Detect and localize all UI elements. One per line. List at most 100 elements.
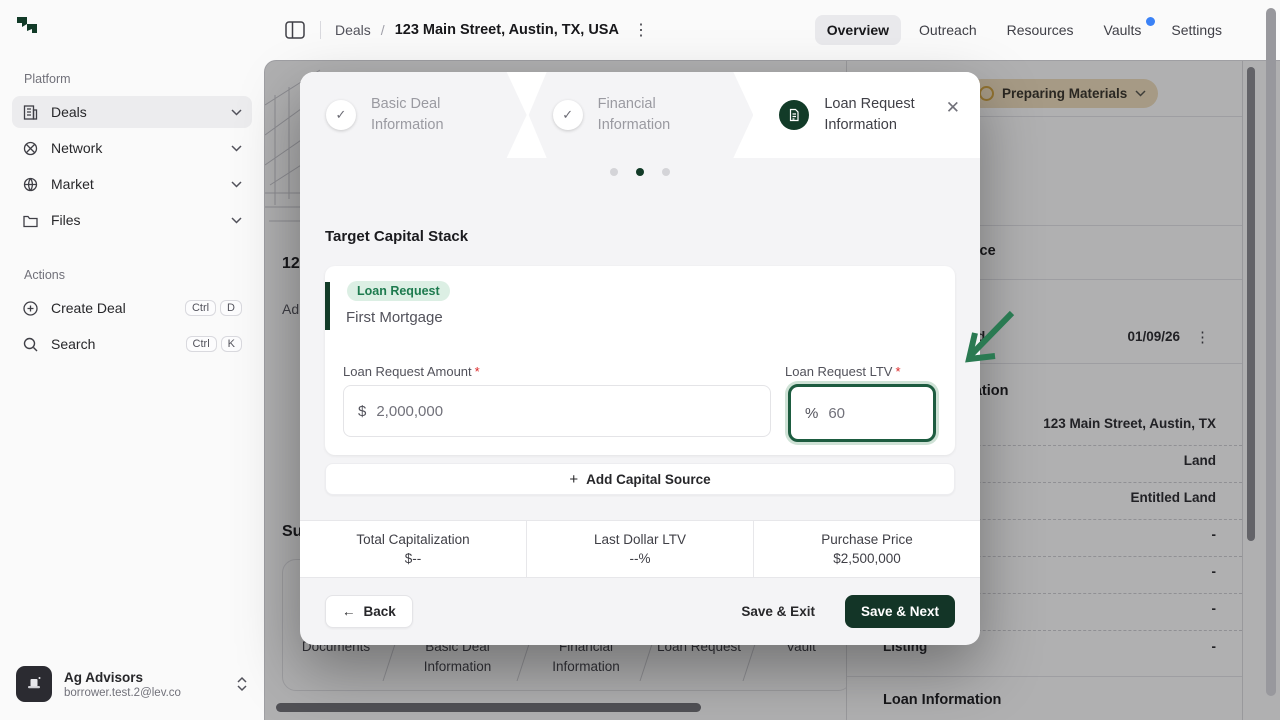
top-navigation: Overview Outreach Resources Vaults Setti… xyxy=(815,15,1280,45)
add-capital-source-label: Add Capital Source xyxy=(586,472,711,487)
updown-chevron-icon xyxy=(236,676,248,692)
page-scrollbar[interactable] xyxy=(1266,8,1276,696)
notification-dot xyxy=(1146,17,1155,26)
chevron-down-icon xyxy=(231,109,242,116)
back-button[interactable]: ← Back xyxy=(325,595,413,628)
avatar xyxy=(16,666,52,702)
platform-section-label: Platform xyxy=(24,72,71,86)
sidebar-toggle-icon[interactable] xyxy=(284,19,306,41)
loan-request-ltv-field: Loan Request LTV* % xyxy=(785,364,939,445)
tab-resources[interactable]: Resources xyxy=(995,15,1086,45)
plus-circle-icon xyxy=(22,300,39,317)
create-deal-action[interactable]: Create Deal Ctrl D xyxy=(12,292,252,324)
add-capital-source-button[interactable]: + Add Capital Source xyxy=(325,463,955,495)
step-financial-information[interactable]: ✓ Financial Information xyxy=(527,72,754,158)
stat-value: $-- xyxy=(405,551,422,566)
purchase-price-stat: Purchase Price $2,500,000 xyxy=(753,521,980,577)
stat-value: --% xyxy=(630,551,651,566)
dot-2-active[interactable] xyxy=(636,168,644,176)
tab-overview[interactable]: Overview xyxy=(815,15,901,45)
section-heading: Target Capital Stack xyxy=(325,228,468,245)
capitalization-summary-bar: Total Capitalization $-- Last Dollar LTV… xyxy=(300,520,980,578)
close-icon[interactable]: ✕ xyxy=(946,98,960,118)
user-info: Ag Advisors borrower.test.2@lev.co xyxy=(64,670,181,699)
stat-label: Purchase Price xyxy=(821,532,913,547)
sidebar-item-files[interactable]: Files xyxy=(12,204,252,236)
kbd-ctrl: Ctrl xyxy=(186,336,217,352)
action-label: Create Deal xyxy=(51,300,181,316)
dollar-prefix-icon: $ xyxy=(358,403,366,420)
sidebar-item-deals[interactable]: Deals xyxy=(12,96,252,128)
sidebar: Platform Deals Network Market Files Acti… xyxy=(0,0,264,720)
loan-request-amount-field: Loan Request Amount* $ xyxy=(343,364,771,437)
stat-value: $2,500,000 xyxy=(833,551,901,566)
step-basic-deal-information[interactable]: ✓ Basic Deal Information xyxy=(300,72,527,158)
document-icon xyxy=(779,100,809,130)
ltv-input-wrapper: % xyxy=(788,384,936,442)
kbd-d: D xyxy=(220,300,242,316)
ltv-highlight-ring: % xyxy=(785,381,939,445)
last-dollar-ltv-stat: Last Dollar LTV --% xyxy=(526,521,753,577)
loan-request-wizard-modal: ✓ Basic Deal Information ✓ Financial Inf… xyxy=(300,72,980,645)
step-label: Basic Deal Information xyxy=(371,94,481,136)
chevron-down-icon xyxy=(231,145,242,152)
step-label: Loan Request Information xyxy=(824,94,934,136)
chevron-down-icon xyxy=(231,181,242,188)
folder-icon xyxy=(22,212,39,229)
check-icon: ✓ xyxy=(553,100,583,130)
modal-footer: ← Back Save & Exit Save & Next xyxy=(300,578,980,645)
sidebar-item-market[interactable]: Market xyxy=(12,168,252,200)
globe-icon xyxy=(22,176,39,193)
breadcrumb-deals[interactable]: Deals xyxy=(335,22,371,38)
tab-vaults[interactable]: Vaults xyxy=(1092,15,1154,45)
wizard-stepper: ✓ Basic Deal Information ✓ Financial Inf… xyxy=(300,72,980,158)
capital-source-card: Loan Request First Mortgage Loan Request… xyxy=(325,266,955,455)
stat-label: Total Capitalization xyxy=(356,532,469,547)
plus-icon: + xyxy=(569,471,578,488)
building-icon xyxy=(22,104,39,121)
amount-input-wrapper: $ xyxy=(343,385,771,437)
pagination-dots xyxy=(300,168,980,176)
loan-request-ltv-input[interactable] xyxy=(828,405,919,422)
kbd-k: K xyxy=(221,336,242,352)
breadcrumb-current: 123 Main Street, Austin, TX, USA xyxy=(395,22,619,38)
user-email: borrower.test.2@lev.co xyxy=(64,687,181,699)
card-accent-bar xyxy=(325,282,330,330)
sidebar-item-label: Market xyxy=(51,176,231,192)
chevron-down-icon xyxy=(231,217,242,224)
loan-request-amount-input[interactable] xyxy=(376,403,756,420)
search-action[interactable]: Search Ctrl K xyxy=(12,328,252,360)
magnifier-icon xyxy=(22,336,39,353)
kbd-ctrl: Ctrl xyxy=(185,300,216,316)
breadcrumb-separator: / xyxy=(381,22,385,38)
total-capitalization-stat: Total Capitalization $-- xyxy=(300,521,526,577)
deal-kebab-menu[interactable]: ⋮ xyxy=(633,20,649,40)
account-switcher[interactable]: Ag Advisors borrower.test.2@lev.co xyxy=(8,658,256,710)
tab-outreach[interactable]: Outreach xyxy=(907,15,989,45)
dot-1[interactable] xyxy=(610,168,618,176)
app-logo xyxy=(14,14,40,40)
actions-section-label: Actions xyxy=(24,268,65,282)
capital-source-title: First Mortgage xyxy=(346,309,443,326)
arrow-left-icon: ← xyxy=(342,604,356,619)
step-label: Financial Information xyxy=(598,94,708,136)
sidebar-item-network[interactable]: Network xyxy=(12,132,252,164)
save-and-exit-button[interactable]: Save & Exit xyxy=(729,596,827,627)
sidebar-item-label: Deals xyxy=(51,104,231,120)
sidebar-item-label: Files xyxy=(51,212,231,228)
divider xyxy=(320,21,321,39)
loan-request-badge: Loan Request xyxy=(347,281,450,301)
magician-hat-icon xyxy=(24,674,44,694)
dot-3[interactable] xyxy=(662,168,670,176)
field-label: Loan Request LTV* xyxy=(785,364,939,379)
check-icon: ✓ xyxy=(326,100,356,130)
network-icon xyxy=(22,140,39,157)
save-and-next-button[interactable]: Save & Next xyxy=(845,595,955,628)
tab-settings[interactable]: Settings xyxy=(1159,15,1234,45)
required-asterisk: * xyxy=(475,364,480,379)
user-name: Ag Advisors xyxy=(64,670,181,685)
field-label: Loan Request Amount* xyxy=(343,364,771,379)
topbar: Deals / 123 Main Street, Austin, TX, USA… xyxy=(264,0,1280,60)
required-asterisk: * xyxy=(895,364,900,379)
sidebar-item-label: Network xyxy=(51,140,231,156)
